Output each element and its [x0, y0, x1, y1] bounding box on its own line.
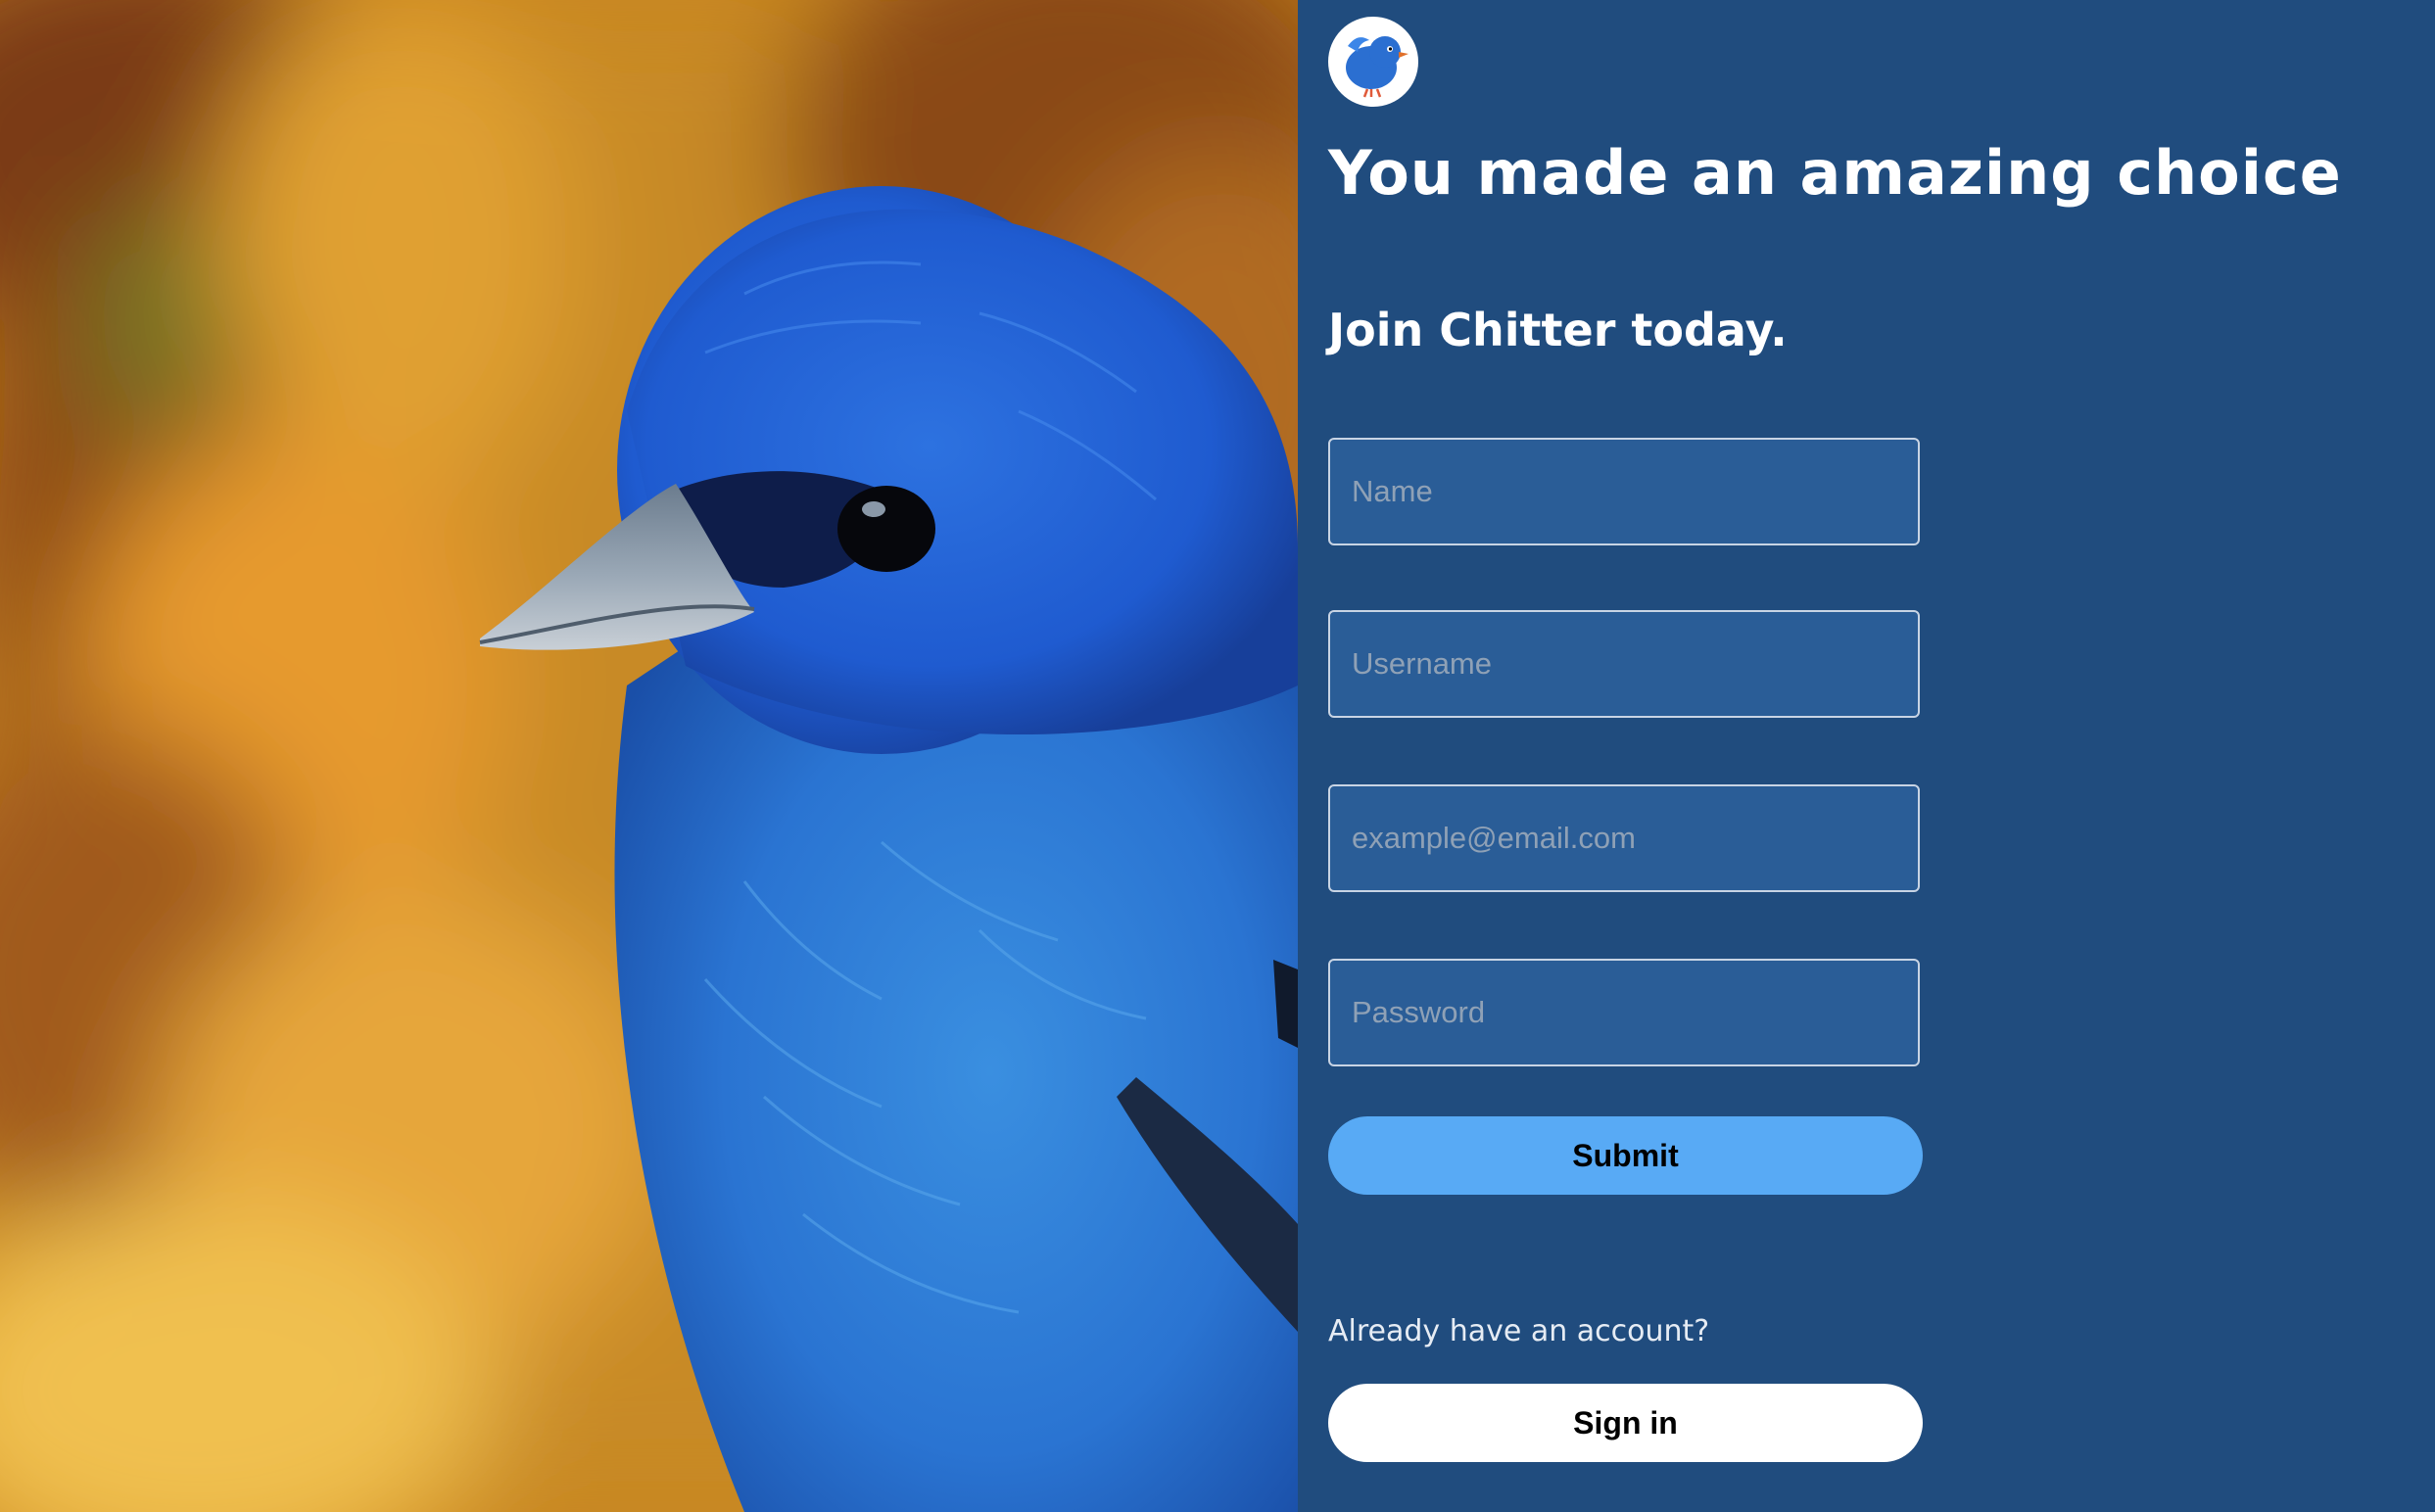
bird-logo-icon — [1328, 17, 1418, 107]
page-title: You made an amazing choice — [1328, 137, 2342, 209]
email-input[interactable] — [1328, 784, 1920, 892]
password-input[interactable] — [1328, 959, 1920, 1066]
username-input[interactable] — [1328, 610, 1920, 718]
hero-bird-image — [0, 0, 1298, 1512]
page-subtitle: Join Chitter today. — [1328, 304, 1788, 356]
name-input[interactable] — [1328, 438, 1920, 545]
sign-in-button[interactable]: Sign in — [1328, 1384, 1923, 1462]
already-have-account-text: Already have an account? — [1328, 1314, 1710, 1348]
signup-page: You made an amazing choice Join Chitter … — [0, 0, 2435, 1512]
signup-panel: You made an amazing choice Join Chitter … — [1298, 0, 2435, 1512]
submit-button[interactable]: Submit — [1328, 1116, 1923, 1195]
